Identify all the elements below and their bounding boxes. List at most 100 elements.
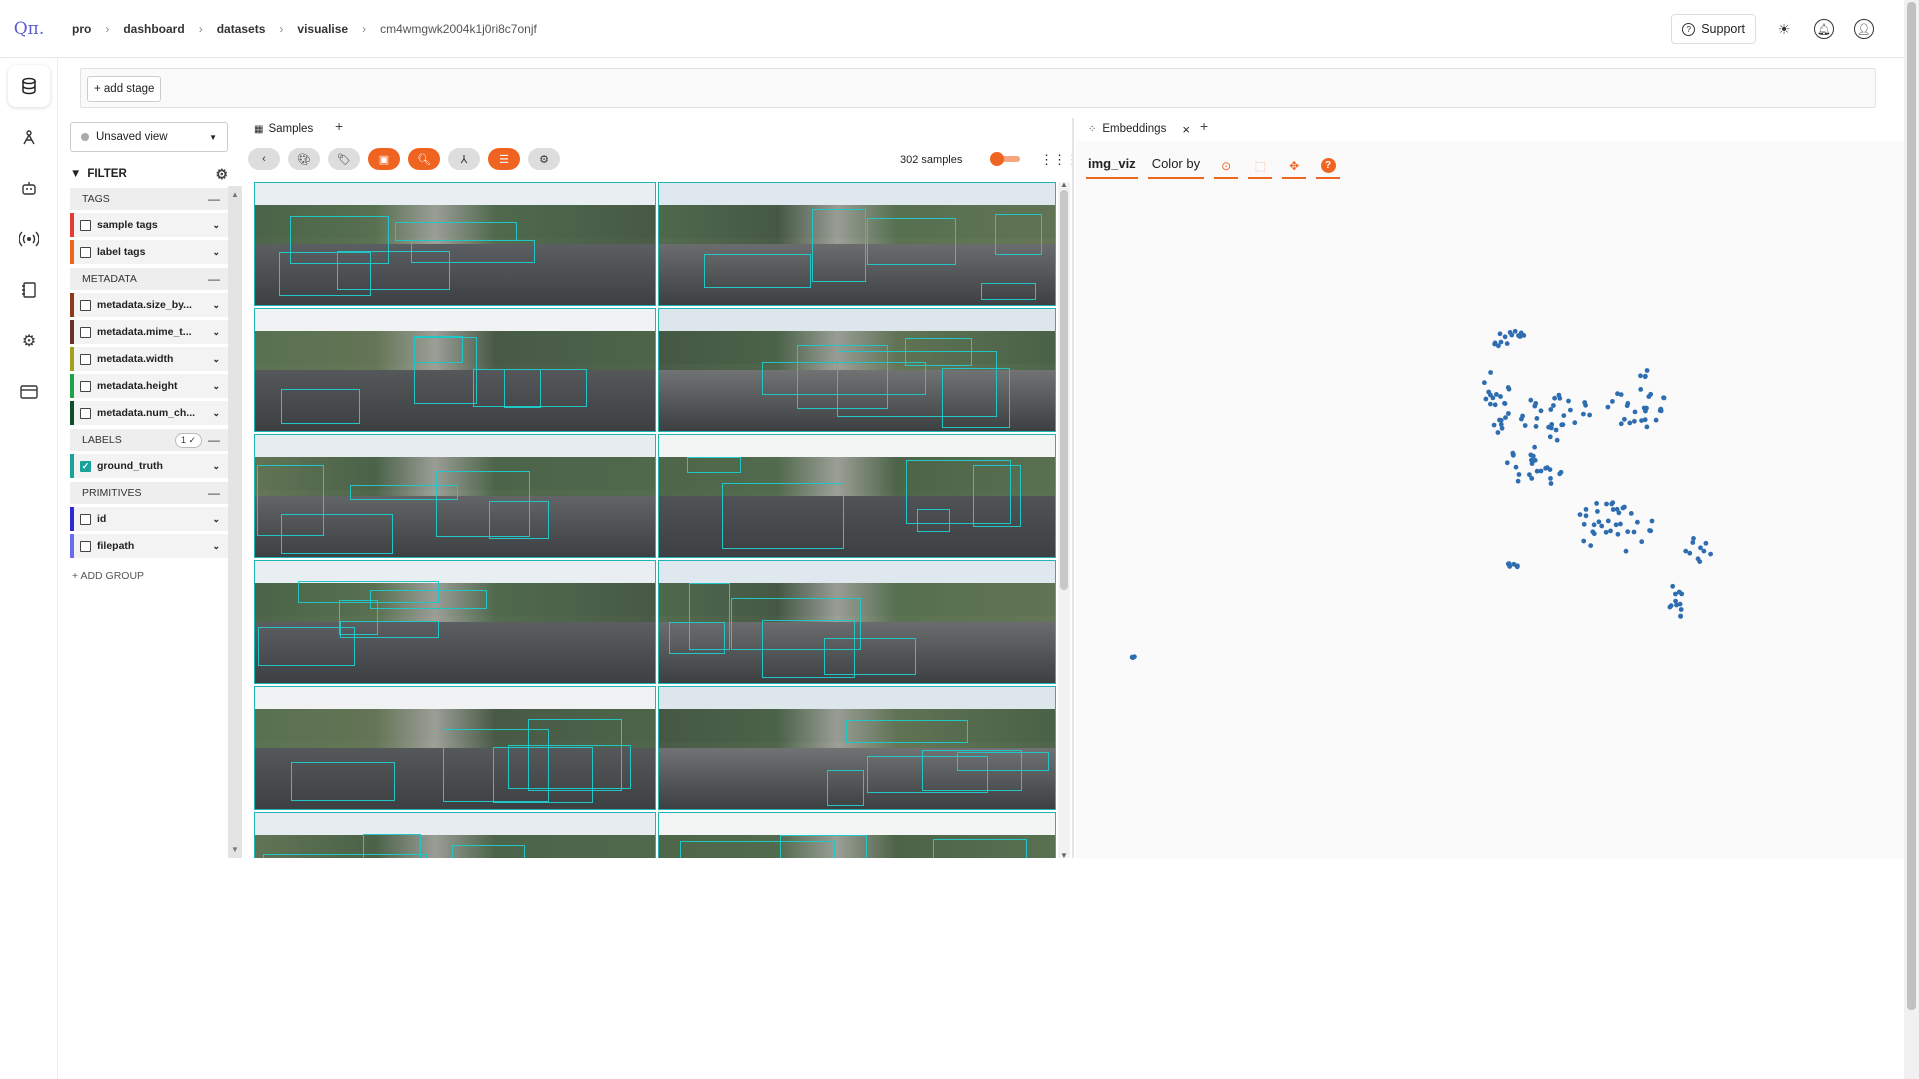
embedding-point[interactable] bbox=[1549, 425, 1554, 431]
checkbox-checked[interactable]: ✓ bbox=[80, 460, 91, 472]
filter-row-metadata-size[interactable]: metadata.size_by... ⌄ bbox=[70, 293, 228, 317]
checkbox[interactable] bbox=[80, 407, 91, 419]
embedding-point[interactable] bbox=[1627, 420, 1633, 426]
embedding-point[interactable] bbox=[1488, 370, 1493, 375]
add-panel-plus-icon[interactable]: + bbox=[1200, 118, 1208, 134]
embedding-point[interactable] bbox=[1516, 472, 1522, 477]
checkbox[interactable] bbox=[80, 513, 91, 525]
scroll-down-arrow-icon[interactable]: ▼ bbox=[1060, 851, 1068, 860]
embedding-point[interactable] bbox=[1538, 408, 1544, 414]
embedding-point[interactable] bbox=[1129, 654, 1135, 660]
embedding-point[interactable] bbox=[1548, 481, 1554, 486]
embedding-point[interactable] bbox=[1618, 521, 1623, 527]
embedding-point[interactable] bbox=[1506, 411, 1511, 416]
scroll-down-arrow-icon[interactable]: ▼ bbox=[231, 845, 239, 854]
filter-row-metadata-height[interactable]: metadata.height ⌄ bbox=[70, 374, 228, 398]
patches-icon[interactable]: ▣ bbox=[368, 148, 400, 170]
view-select[interactable]: Unsaved view ▼ bbox=[70, 122, 228, 152]
embedding-point[interactable] bbox=[1603, 529, 1609, 535]
add-group-button[interactable]: + ADD GROUP bbox=[70, 570, 228, 582]
embedding-point[interactable] bbox=[1547, 434, 1553, 440]
embedding-point[interactable] bbox=[1515, 478, 1521, 484]
panel-divider[interactable] bbox=[1072, 118, 1074, 858]
embedding-point[interactable] bbox=[1492, 402, 1498, 408]
scroll-thumb[interactable] bbox=[1060, 190, 1068, 590]
scroll-up-arrow-icon[interactable]: ▲ bbox=[1060, 180, 1068, 189]
collapse-minus-icon[interactable]: — bbox=[208, 192, 220, 206]
embedding-point[interactable] bbox=[1591, 522, 1597, 528]
tag-icon[interactable]: 🏷︎ bbox=[328, 148, 360, 170]
embedding-point[interactable] bbox=[1642, 417, 1648, 423]
embedding-point[interactable] bbox=[1507, 330, 1513, 335]
embedding-point[interactable] bbox=[1676, 589, 1682, 595]
embedding-point[interactable] bbox=[1596, 519, 1602, 525]
filter-row-metadata-width[interactable]: metadata.width ⌄ bbox=[70, 347, 228, 371]
embedding-point[interactable] bbox=[1512, 328, 1518, 334]
list-icon[interactable]: ☰ bbox=[488, 148, 520, 170]
lasso-select-icon[interactable]: ⊙ bbox=[1214, 155, 1239, 179]
embedding-point[interactable] bbox=[1670, 583, 1676, 589]
embedding-point[interactable] bbox=[1528, 452, 1534, 458]
embedding-point[interactable] bbox=[1610, 399, 1615, 404]
chevron-down-icon[interactable]: ⌄ bbox=[212, 541, 220, 552]
embedding-point[interactable] bbox=[1649, 518, 1655, 524]
embedding-point[interactable] bbox=[1591, 531, 1597, 537]
embedding-point[interactable] bbox=[1708, 551, 1713, 557]
embedding-point[interactable] bbox=[1582, 400, 1588, 405]
embedding-point[interactable] bbox=[1618, 392, 1624, 397]
sample-thumbnail[interactable] bbox=[658, 434, 1056, 558]
embedding-point[interactable] bbox=[1614, 506, 1620, 512]
embedding-selector[interactable]: img_viz bbox=[1086, 154, 1138, 179]
color-by-select[interactable]: Color by bbox=[1147, 154, 1205, 179]
embedding-point[interactable] bbox=[1594, 501, 1599, 506]
embedding-point[interactable] bbox=[1497, 331, 1503, 337]
embedding-point[interactable] bbox=[1678, 614, 1683, 619]
sample-thumbnail[interactable] bbox=[658, 812, 1056, 858]
user-profile-icon[interactable]: 👤︎ bbox=[1852, 17, 1876, 41]
embedding-point[interactable] bbox=[1532, 444, 1537, 450]
chevron-down-icon[interactable]: ⌄ bbox=[212, 381, 220, 392]
datasets-database-icon[interactable] bbox=[8, 65, 50, 107]
checkbox[interactable] bbox=[80, 246, 91, 258]
embedding-point[interactable] bbox=[1581, 521, 1587, 527]
chevron-down-icon[interactable]: ⌄ bbox=[212, 514, 220, 525]
sample-thumbnail[interactable] bbox=[658, 686, 1056, 810]
embedding-point[interactable] bbox=[1504, 460, 1510, 466]
embedding-point[interactable] bbox=[1615, 531, 1621, 537]
embedding-point[interactable] bbox=[1661, 395, 1666, 401]
breadcrumb-pro[interactable]: pro bbox=[72, 22, 91, 36]
embedding-point[interactable] bbox=[1486, 389, 1492, 395]
sample-thumbnail[interactable] bbox=[658, 182, 1056, 306]
back-arrow-icon[interactable]: ‹ bbox=[248, 148, 280, 170]
sidebar-scrollbar[interactable]: ▲ ▼ bbox=[228, 186, 242, 858]
embedding-point[interactable] bbox=[1507, 564, 1513, 569]
embedding-point[interactable] bbox=[1623, 548, 1629, 554]
embedding-point[interactable] bbox=[1553, 427, 1559, 433]
checkbox[interactable] bbox=[80, 299, 91, 311]
embedding-point[interactable] bbox=[1632, 418, 1637, 424]
chevron-down-icon[interactable]: ⌄ bbox=[212, 461, 220, 472]
embedding-point[interactable] bbox=[1599, 523, 1605, 529]
app-logo[interactable]: Qπ. bbox=[0, 19, 58, 39]
embedding-point[interactable] bbox=[1673, 598, 1678, 604]
embedding-point[interactable] bbox=[1494, 392, 1499, 397]
embedding-point[interactable] bbox=[1631, 529, 1637, 535]
breadcrumb-datasets[interactable]: datasets bbox=[217, 22, 266, 36]
pan-move-icon[interactable]: ✥ bbox=[1282, 155, 1307, 179]
embedding-point[interactable] bbox=[1482, 380, 1487, 386]
support-button[interactable]: ? Support bbox=[1671, 14, 1756, 44]
settings-gear-icon[interactable]: ⚙ bbox=[8, 320, 50, 362]
add-panel-plus-icon[interactable]: + bbox=[335, 118, 343, 134]
embedding-point[interactable] bbox=[1513, 464, 1519, 470]
embedding-point[interactable] bbox=[1498, 422, 1504, 427]
embedding-point[interactable] bbox=[1608, 528, 1613, 534]
embedding-point[interactable] bbox=[1488, 401, 1493, 407]
embedding-point[interactable] bbox=[1529, 476, 1535, 481]
help-icon[interactable]: ? bbox=[1316, 155, 1341, 179]
embedding-point[interactable] bbox=[1587, 412, 1592, 418]
embedding-point[interactable] bbox=[1548, 407, 1554, 412]
embedding-point[interactable] bbox=[1667, 604, 1673, 610]
breadcrumb-dashboard[interactable]: dashboard bbox=[123, 22, 184, 36]
embedding-point[interactable] bbox=[1498, 394, 1503, 399]
embedding-point[interactable] bbox=[1625, 529, 1631, 535]
